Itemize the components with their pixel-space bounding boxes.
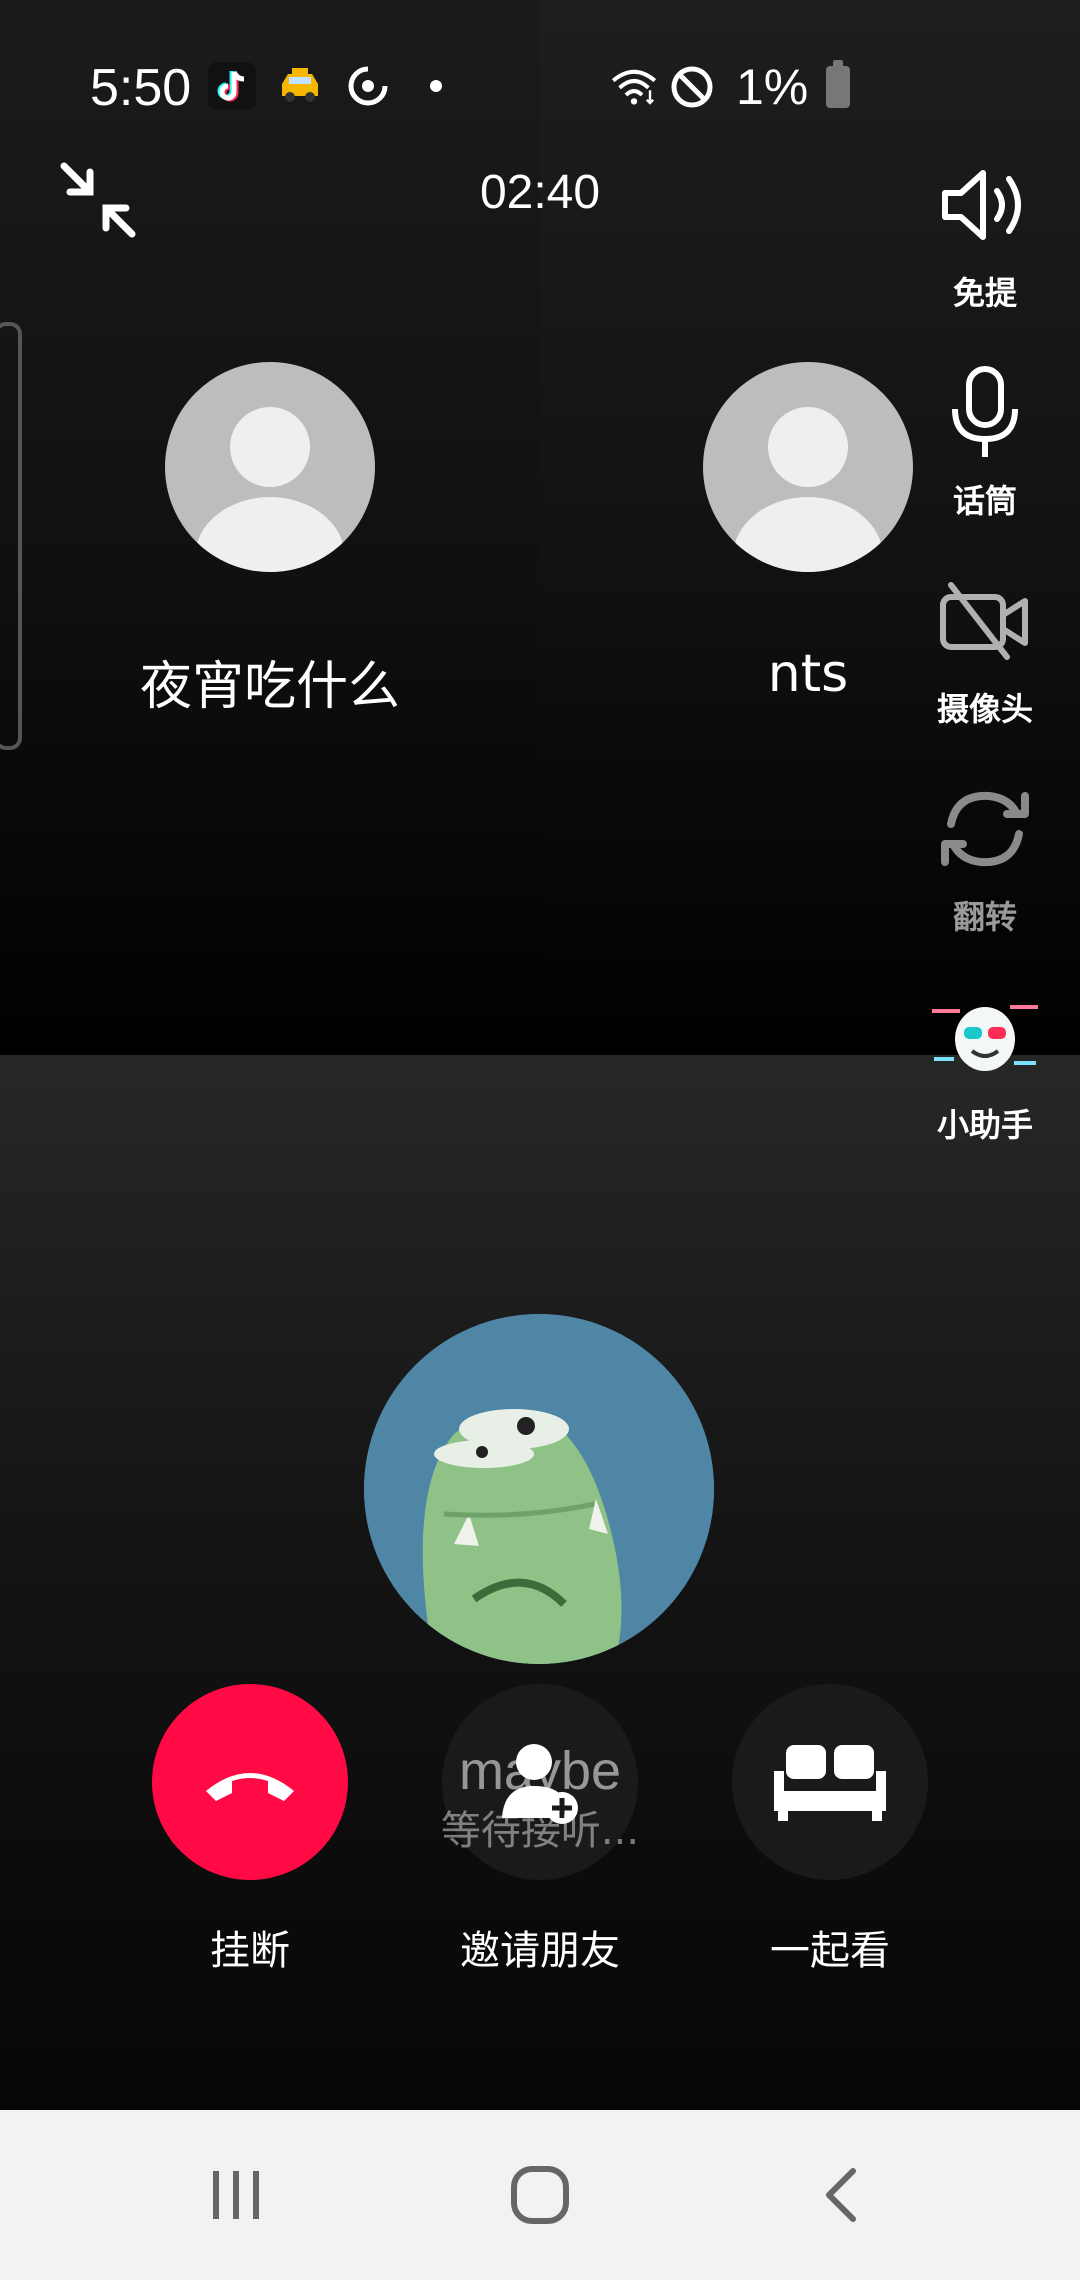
edge-panel-handle[interactable]	[0, 322, 22, 750]
dot-icon	[430, 80, 442, 92]
invite-friends-button[interactable]: 邀请朋友	[430, 1684, 650, 1976]
avatar	[165, 362, 375, 572]
participant-name: 夜宵吃什么	[139, 657, 400, 717]
recent-apps-icon[interactable]	[186, 2150, 286, 2240]
flip-icon	[930, 774, 1040, 884]
speaker-label: 免提	[952, 274, 1017, 312]
flip-camera-button[interactable]: 翻转	[920, 774, 1050, 938]
sync-icon	[344, 62, 392, 110]
battery-icon	[826, 60, 851, 108]
camera-button[interactable]: 摄像头	[920, 566, 1050, 730]
watch-circle[interactable]	[732, 1684, 928, 1880]
camera-label: 摄像头	[936, 690, 1033, 728]
assistant-mascot-icon	[930, 982, 1040, 1092]
call-timer: 02:40	[479, 166, 601, 219]
wifi-icon	[610, 63, 658, 111]
assistant-label: 小助手	[936, 1106, 1033, 1144]
microphone-icon	[930, 358, 1040, 468]
add-user-icon	[502, 1744, 578, 1824]
sofa-icon	[774, 1745, 886, 1821]
speaker-button[interactable]: 免提	[920, 150, 1050, 314]
hangup-circle[interactable]	[152, 1684, 348, 1880]
status-bar: 5:50 1%	[0, 0, 1080, 180]
taxi-icon	[276, 62, 324, 110]
battery-percentage: 1%	[736, 59, 809, 115]
hangup-label: 挂断	[210, 1928, 290, 1974]
microphone-button[interactable]: 话筒	[920, 358, 1050, 522]
microphone-label: 话筒	[952, 482, 1017, 520]
video-call-screen: 5:50 1% 02:40 夜宵吃什么 nts 免提 话筒 摄像头 翻转 小助手…	[0, 0, 1080, 2280]
avatar	[703, 362, 913, 572]
home-icon[interactable]	[490, 2150, 590, 2240]
tiktok-icon	[208, 62, 256, 110]
system-icons: 1%	[610, 58, 851, 116]
flip-label: 翻转	[952, 898, 1017, 936]
do-not-disturb-icon	[668, 63, 716, 111]
watch-together-label: 一起看	[770, 1928, 890, 1974]
hangup-button[interactable]: 挂断	[140, 1684, 360, 1976]
invite-label: 邀请朋友	[460, 1928, 620, 1974]
participant-left[interactable]: 夜宵吃什么	[110, 362, 430, 719]
self-avatar	[364, 1314, 714, 1664]
notification-icons	[208, 62, 442, 110]
hang-up-phone-icon	[206, 1773, 294, 1801]
invite-circle[interactable]	[442, 1684, 638, 1880]
watch-together-button[interactable]: 一起看	[720, 1684, 940, 1976]
navigation-bar	[0, 2110, 1080, 2280]
speaker-icon	[930, 150, 1040, 260]
back-icon[interactable]	[792, 2150, 892, 2240]
assistant-button[interactable]: 小助手	[920, 982, 1050, 1146]
camera-off-icon	[930, 566, 1040, 676]
status-time: 5:50	[90, 59, 192, 117]
